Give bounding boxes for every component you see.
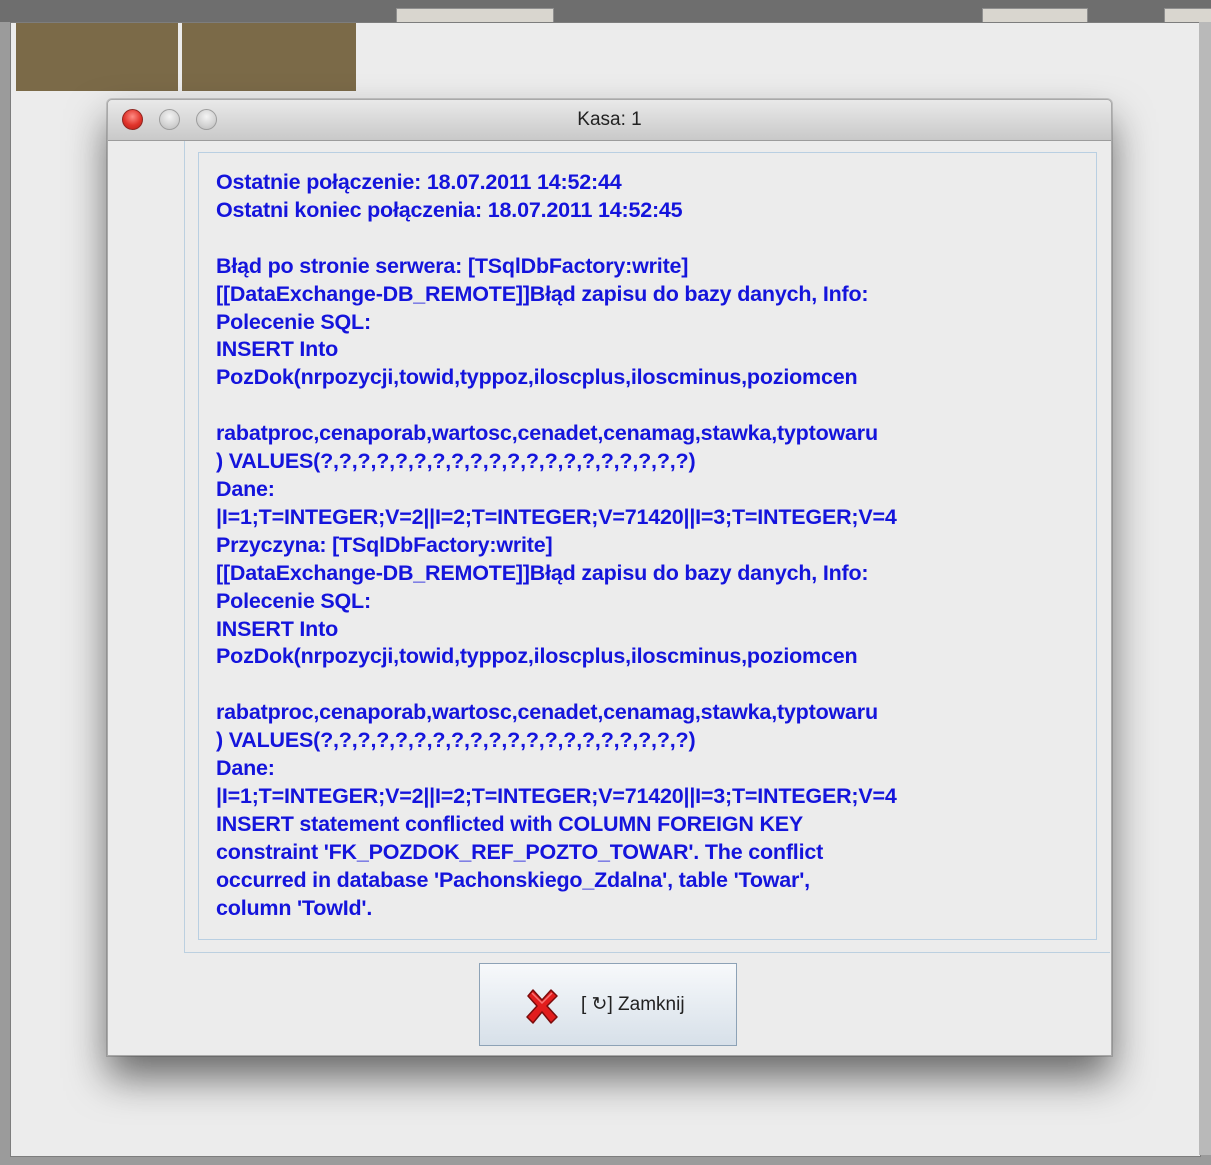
error-dialog: Kasa: 1 Ostatnie połączenie: 18.07.2011 … xyxy=(107,99,1112,1056)
dialog-titlebar[interactable]: Kasa: 1 xyxy=(108,100,1111,141)
dialog-title: Kasa: 1 xyxy=(577,109,642,130)
window-close-button[interactable] xyxy=(122,109,143,130)
desktop: Kasa: 1 Ostatnie połączenie: 18.07.2011 … xyxy=(0,0,1211,1165)
window-minimize-button[interactable] xyxy=(159,109,180,130)
background-tile xyxy=(182,23,356,91)
red-x-icon xyxy=(526,989,558,1024)
background-app-topbar xyxy=(0,0,1211,24)
background-tile xyxy=(16,23,178,91)
close-button-label: [ ↻] Zamknij xyxy=(581,994,685,1015)
background-window-edge xyxy=(1199,22,1211,1155)
error-message-text: Ostatnie połączenie: 18.07.2011 14:52:44… xyxy=(216,170,897,920)
close-button[interactable]: [ ↻] Zamknij xyxy=(479,963,737,1046)
window-zoom-button[interactable] xyxy=(196,109,217,130)
